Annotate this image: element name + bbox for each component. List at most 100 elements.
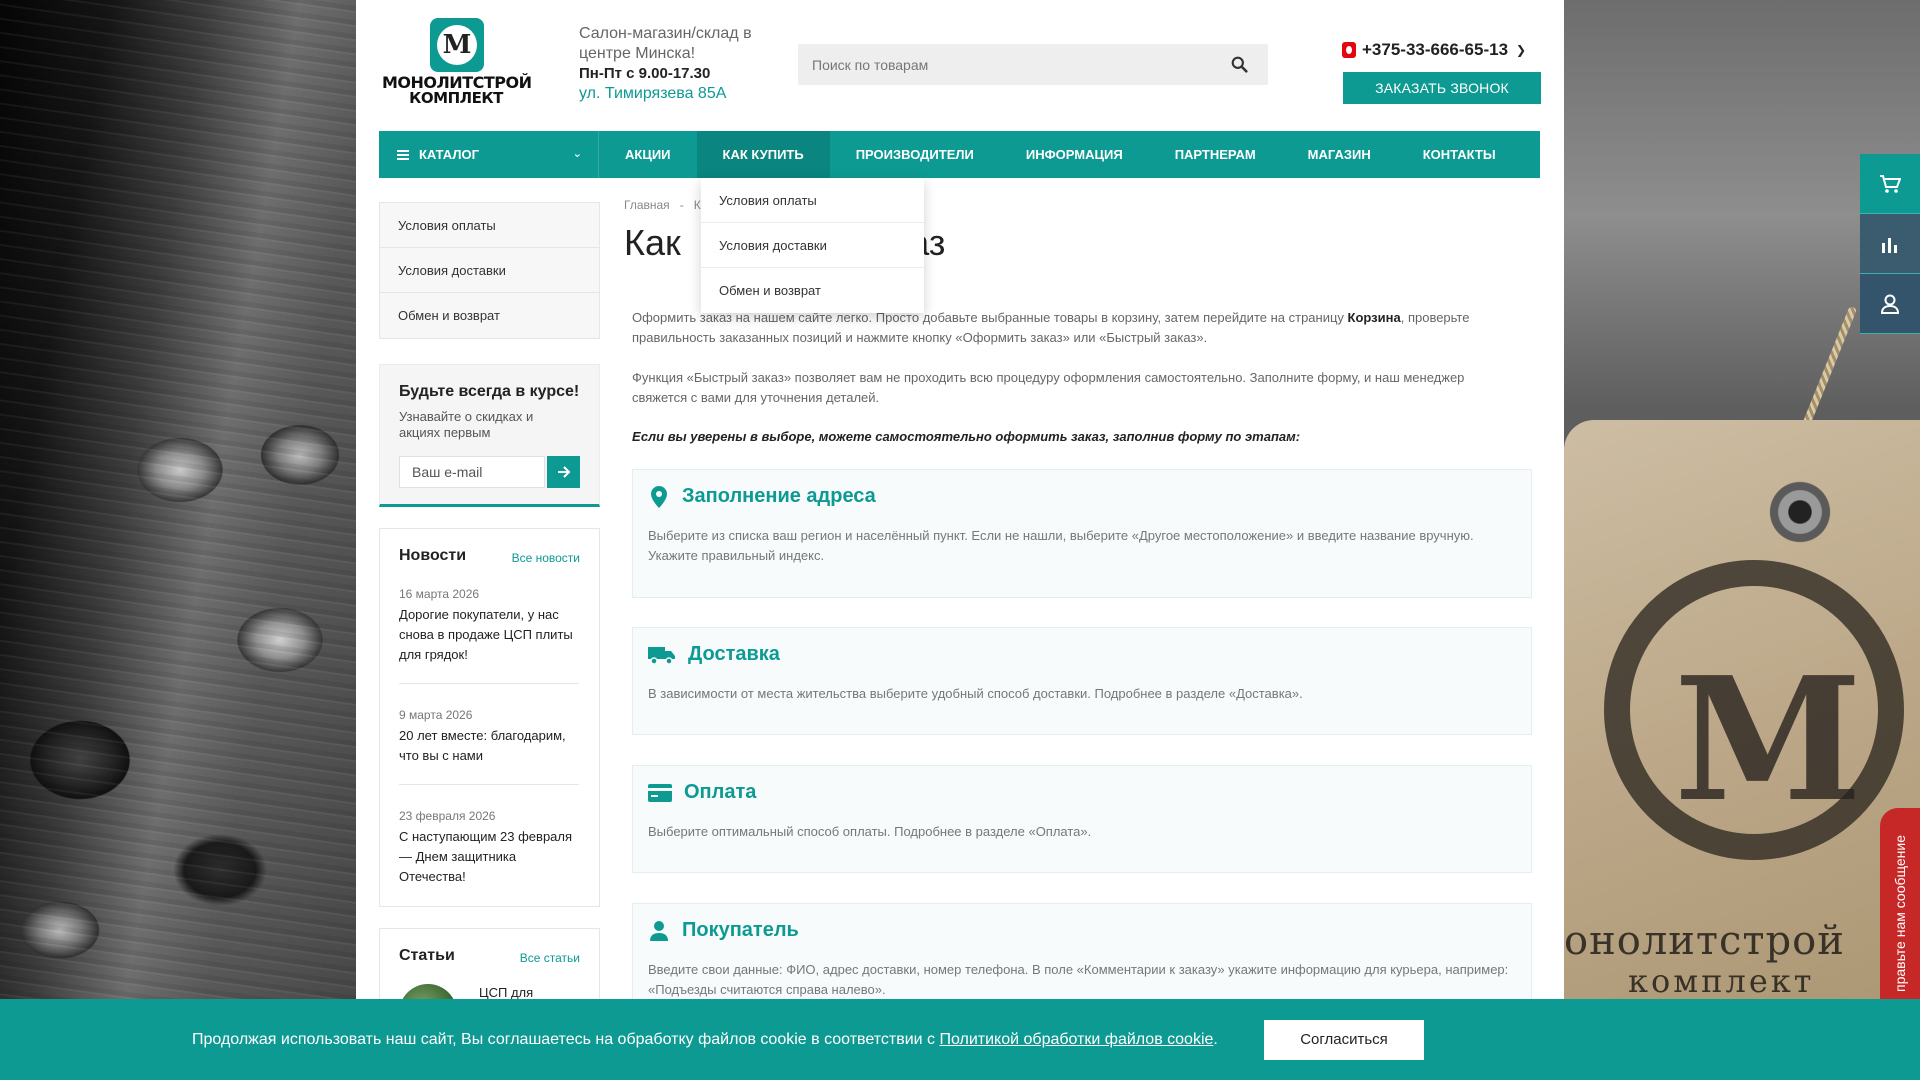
- news-widget: Новости Все новости 16 марта 2026 Дороги…: [379, 528, 600, 907]
- mts-operator-icon: [1342, 42, 1356, 58]
- tag-brand-line2: комплект: [1628, 962, 1815, 1000]
- step-delivery: Доставка В зависимости от места жительст…: [632, 627, 1532, 735]
- compare-button[interactable]: [1860, 214, 1920, 274]
- send-message-tab[interactable]: правьте нам сообщение: [1880, 808, 1920, 1004]
- news-item[interactable]: 9 марта 2026 20 лет вместе: благодарим, …: [399, 708, 579, 766]
- email-field[interactable]: [399, 456, 545, 488]
- cookie-banner: Продолжая использовать наш сайт, Вы согл…: [0, 999, 1920, 1080]
- cookie-text: Продолжая использовать наш сайт, Вы согл…: [192, 1031, 1218, 1049]
- store-info-line1: Салон-магазин/склад в: [579, 25, 752, 42]
- phone-number: +375-33-666-65-13: [1362, 40, 1509, 59]
- nav-item-store[interactable]: МАГАЗИН: [1282, 131, 1397, 178]
- step-header: Оплата: [648, 781, 756, 804]
- step-description: Выберите из списка ваш регион и населённ…: [648, 528, 1474, 563]
- news-item[interactable]: 16 марта 2026 Дорогие покупатели, у нас …: [399, 587, 579, 665]
- logo-mark: М: [430, 18, 484, 72]
- subscribe-button[interactable]: [547, 456, 580, 488]
- article-title[interactable]: ЦСП для: [479, 985, 533, 1000]
- intro-paragraph: Оформить заказ на нашем сайте легко. Про…: [632, 308, 1512, 348]
- nav-item-manufacturers[interactable]: ПРОИЗВОДИТЕЛИ: [830, 131, 1000, 178]
- send-message-label: правьте нам сообщение: [1892, 835, 1908, 992]
- user-icon: [648, 920, 670, 942]
- store-address[interactable]: ул. Тимирязева 85А: [579, 84, 779, 104]
- sidebar-item-returns[interactable]: Обмен и возврат: [380, 293, 599, 338]
- step-header: Покупатель: [648, 919, 799, 942]
- articles-title: Статьи: [399, 947, 455, 964]
- account-icon: [1881, 294, 1899, 314]
- credit-card-icon: [648, 782, 672, 804]
- cookie-message-end: .: [1213, 1031, 1218, 1048]
- dropdown-item-delivery[interactable]: Условия доставки: [701, 223, 924, 268]
- breadcrumb-separator: -: [679, 198, 684, 212]
- cookie-message: Продолжая использовать наш сайт, Вы согл…: [192, 1031, 940, 1048]
- cookie-accept-button[interactable]: Согласиться: [1264, 1020, 1424, 1060]
- step-description: Выберите оптимальный способ оплаты. Подр…: [648, 824, 1092, 839]
- chevron-down-icon: ⌄: [572, 148, 582, 160]
- all-articles-link[interactable]: Все статьи: [520, 951, 580, 965]
- nav-catalog-button[interactable]: КАТАЛОГ ⌄: [379, 131, 599, 178]
- main-nav: КАТАЛОГ ⌄ АКЦИИ КАК КУПИТЬ ПРОИЗВОДИТЕЛИ…: [379, 131, 1540, 178]
- nav-item-promotions[interactable]: АКЦИИ: [599, 131, 697, 178]
- sidebar-item-payment[interactable]: Условия оплаты: [380, 203, 599, 248]
- site-logo[interactable]: М МОНОЛИТСТРОЙ КОМПЛЕКТ: [382, 18, 532, 107]
- nav-item-contacts[interactable]: КОНТАКТЫ: [1397, 131, 1522, 178]
- breadcrumb: Главная - К...: [624, 198, 711, 212]
- step-title: Доставка: [688, 643, 780, 665]
- search-input[interactable]: [798, 44, 1218, 85]
- step-description: В зависимости от места жительства выбери…: [648, 686, 1303, 701]
- cart-link[interactable]: Корзина: [1348, 310, 1401, 325]
- news-date: 23 февраля 2026: [399, 809, 496, 823]
- sidebar-item-delivery[interactable]: Условия доставки: [380, 248, 599, 293]
- tag-brand-line1: онолитстрой: [1564, 918, 1845, 964]
- menu-icon: [397, 149, 409, 160]
- divider: [399, 683, 579, 684]
- breadcrumb-home[interactable]: Главная: [624, 198, 670, 212]
- chevron-down-icon: ❯: [1516, 43, 1527, 57]
- news-text: 20 лет вместе: благодарим, что вы с нами: [399, 728, 566, 763]
- cart-button[interactable]: [1860, 154, 1920, 214]
- step-description: Введите свои данные: ФИО, адрес доставки…: [648, 962, 1509, 997]
- nav-item-partners[interactable]: ПАРТНЕРАМ: [1149, 131, 1282, 178]
- truck-icon: [648, 644, 676, 666]
- step-title: Заполнение адреса: [682, 485, 876, 507]
- subscribe-widget: Будьте всегда в курсе! Узнавайте о скидк…: [379, 364, 600, 507]
- search-bar: [798, 44, 1268, 85]
- wood-texture: [0, 0, 356, 1080]
- quick-order-paragraph: Функция «Быстрый заказ» позволяет вам не…: [632, 370, 1465, 405]
- news-date: 16 марта 2026: [399, 587, 480, 601]
- floating-toolbar: [1860, 154, 1920, 334]
- steps-intro: Если вы уверены в выборе, можете самосто…: [632, 429, 1301, 444]
- nav-item-how-to-buy[interactable]: КАК КУПИТЬ: [696, 131, 830, 178]
- subscribe-title: Будьте всегда в курсе!: [399, 383, 580, 400]
- phone-selector[interactable]: +375-33-666-65-13 ❯: [1342, 40, 1526, 60]
- order-callback-button[interactable]: Заказать звонок: [1343, 72, 1541, 104]
- working-hours: Пн-Пт с 9.00-17.30: [579, 65, 711, 82]
- map-pin-icon: [648, 485, 670, 508]
- search-icon[interactable]: [1231, 56, 1248, 73]
- arrow-right-icon: [557, 466, 570, 478]
- dropdown-item-returns[interactable]: Обмен и возврат: [701, 268, 924, 313]
- compare-icon: [1882, 237, 1897, 253]
- background-photo-left: [0, 0, 356, 1080]
- news-item[interactable]: 23 февраля 2026 С наступающим 23 февраля…: [399, 809, 579, 887]
- step-payment: Оплата Выберите оптимальный способ оплат…: [632, 765, 1532, 873]
- tag-eyelet: [1764, 476, 1836, 548]
- logo-text-line2: КОМПЛЕКТ: [409, 89, 503, 107]
- divider: [399, 784, 579, 785]
- step-title: Оплата: [684, 781, 757, 803]
- nav-item-information[interactable]: ИНФОРМАЦИЯ: [1000, 131, 1149, 178]
- page-container: М МОНОЛИТСТРОЙ КОМПЛЕКТ Салон-магазин/ск…: [356, 0, 1564, 1080]
- all-news-link[interactable]: Все новости: [512, 551, 580, 565]
- news-text: С наступающим 23 февраля — Днем защитник…: [399, 829, 573, 884]
- cookie-policy-link[interactable]: Политикой обработки файлов cookie: [939, 1031, 1213, 1048]
- cart-icon: [1880, 174, 1901, 193]
- how-to-buy-dropdown: Условия оплаты Условия доставки Обмен и …: [701, 178, 924, 313]
- header-info: Салон-магазин/склад в центре Минска! Пн-…: [579, 24, 779, 104]
- tag-logo-letter: М: [1674, 640, 1863, 840]
- news-text: Дорогие покупатели, у нас снова в продаж…: [399, 607, 573, 662]
- step-address: Заполнение адреса Выберите из списка ваш…: [632, 469, 1532, 598]
- page-title-start: Как: [624, 222, 681, 263]
- dropdown-item-payment[interactable]: Условия оплаты: [701, 178, 924, 223]
- account-button[interactable]: [1860, 274, 1920, 334]
- nav-catalog-label: КАТАЛОГ: [419, 147, 479, 162]
